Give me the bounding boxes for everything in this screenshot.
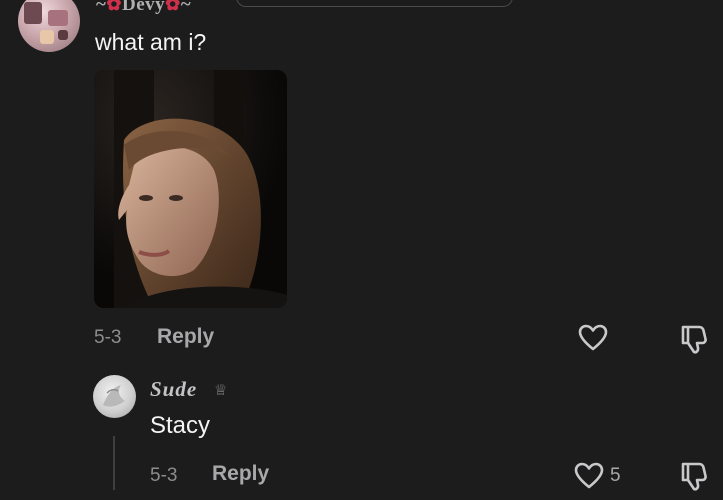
heart-outline-icon: [574, 462, 604, 489]
like-button[interactable]: [577, 322, 609, 357]
reply-avatar[interactable]: [93, 375, 136, 418]
reply-like-count: 5: [610, 465, 621, 486]
reply-dislike-button[interactable]: [678, 459, 712, 496]
thread-line: [113, 436, 115, 490]
flower-emoji-icon: ✿: [106, 0, 122, 14]
reply-text: Stacy: [150, 412, 211, 439]
heart-outline-icon: [578, 324, 608, 351]
comments-section: ~✿Devy✿~ what am i? 5-3 Reply Sude ♕ Sta…: [0, 0, 723, 500]
previous-element-outline: [236, 0, 513, 7]
username-decor-left: ~: [96, 0, 107, 15]
avatar-shape: [24, 2, 42, 24]
avatar-shape: [40, 30, 54, 44]
photo-illustration: [94, 70, 287, 308]
avatar-shape: [48, 10, 68, 26]
username[interactable]: ~✿Devy✿~: [96, 0, 191, 18]
avatar-illustration: [103, 385, 125, 407]
comment-date: 5-3: [94, 327, 122, 348]
avatar[interactable]: [18, 0, 80, 52]
comment-text: what am i?: [95, 29, 207, 55]
comment-photo[interactable]: [94, 70, 287, 308]
avatar-shape: [58, 30, 68, 40]
username-text: Devy: [121, 0, 166, 15]
thumbs-down-outline-icon: [681, 462, 707, 491]
reply-button[interactable]: Reply: [157, 325, 214, 349]
flower-emoji-icon: ✿: [165, 0, 181, 14]
reply-like-button[interactable]: [573, 460, 605, 495]
username-decor-right: ~: [180, 0, 192, 15]
thumbs-down-outline-icon: [681, 325, 707, 354]
reply-date: 5-3: [150, 465, 178, 486]
reply-to-reply-button[interactable]: Reply: [212, 462, 269, 486]
dislike-button[interactable]: [678, 322, 712, 359]
crown-icon: ♕: [214, 382, 228, 399]
reply-username[interactable]: Sude: [150, 377, 197, 402]
